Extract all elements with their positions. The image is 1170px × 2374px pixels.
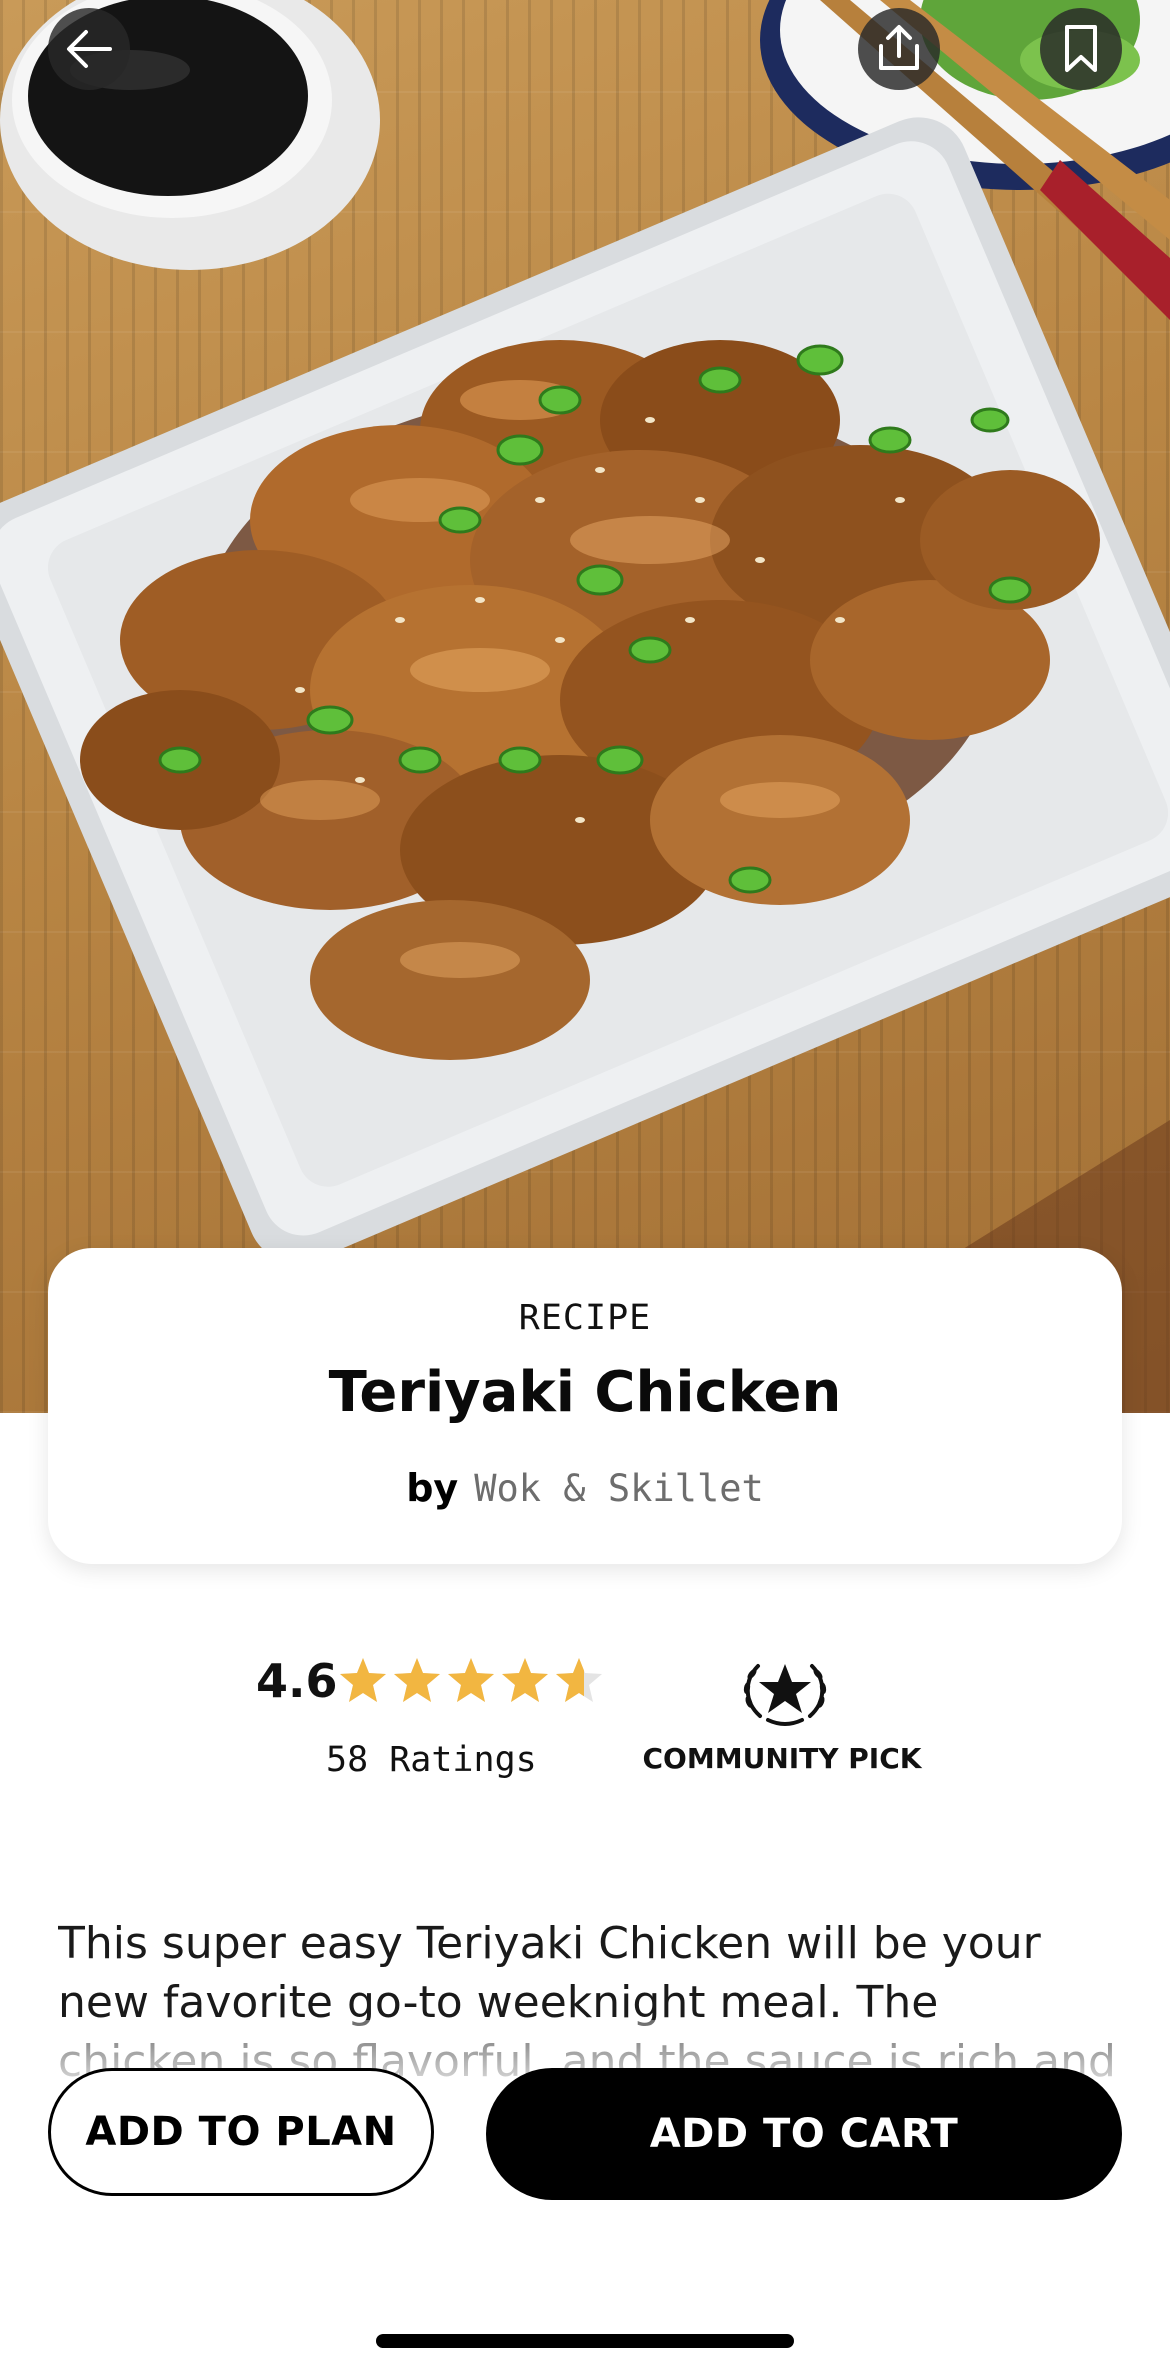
add-to-cart-button[interactable]: ADD TO CART xyxy=(486,2068,1122,2200)
rating-value: 4.6 xyxy=(256,1654,338,1708)
bookmark-icon xyxy=(1065,25,1097,72)
share-button[interactable] xyxy=(858,8,940,90)
add-to-plan-button[interactable]: ADD TO PLAN xyxy=(48,2068,434,2196)
star-icon xyxy=(502,1658,548,1702)
rating-stars[interactable] xyxy=(338,1656,604,1704)
bookmark-button[interactable] xyxy=(1040,8,1122,90)
recipe-kicker: RECIPE xyxy=(518,1298,652,1338)
star-icon xyxy=(448,1658,494,1702)
recipe-byline: by Wok & Skillet xyxy=(48,1466,1122,1510)
author-link[interactable]: Wok & Skillet xyxy=(474,1467,764,1510)
star-icon xyxy=(556,1658,602,1702)
home-indicator xyxy=(376,2334,794,2348)
recipe-hero-image xyxy=(0,0,1170,1413)
star-icon xyxy=(394,1658,440,1702)
food-photo-illustration xyxy=(0,0,1170,1413)
back-button[interactable] xyxy=(48,8,130,90)
share-upload-icon xyxy=(879,25,919,70)
ratings-count[interactable]: 58 Ratings xyxy=(326,1740,537,1780)
laurel-star-icon xyxy=(743,1664,827,1726)
star-icon xyxy=(340,1658,386,1702)
by-label: by xyxy=(406,1466,459,1510)
community-pick-label: COMMUNITY PICK xyxy=(642,1742,922,1775)
arrow-left-icon xyxy=(67,30,112,68)
recipe-title-card: RECIPE Teriyaki Chicken by Wok & Skillet xyxy=(48,1248,1122,1564)
recipe-title: Teriyaki Chicken xyxy=(328,1360,842,1425)
